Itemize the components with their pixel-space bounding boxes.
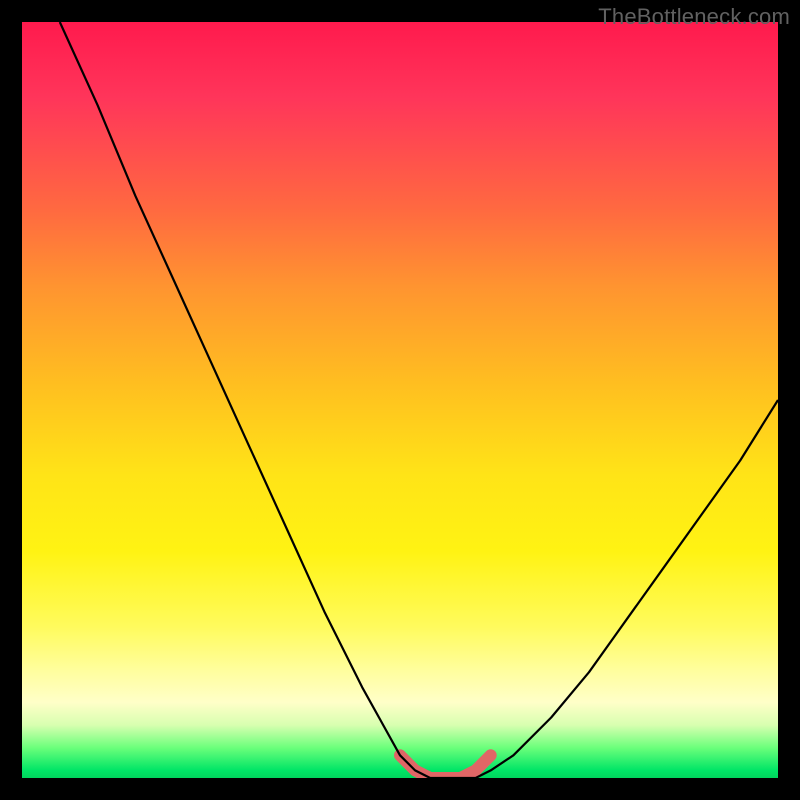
curve-layer — [22, 22, 778, 778]
watermark-text: TheBottleneck.com — [598, 4, 790, 30]
chart-frame: TheBottleneck.com — [0, 0, 800, 800]
bottleneck-curve — [60, 22, 778, 778]
plot-area — [22, 22, 778, 778]
